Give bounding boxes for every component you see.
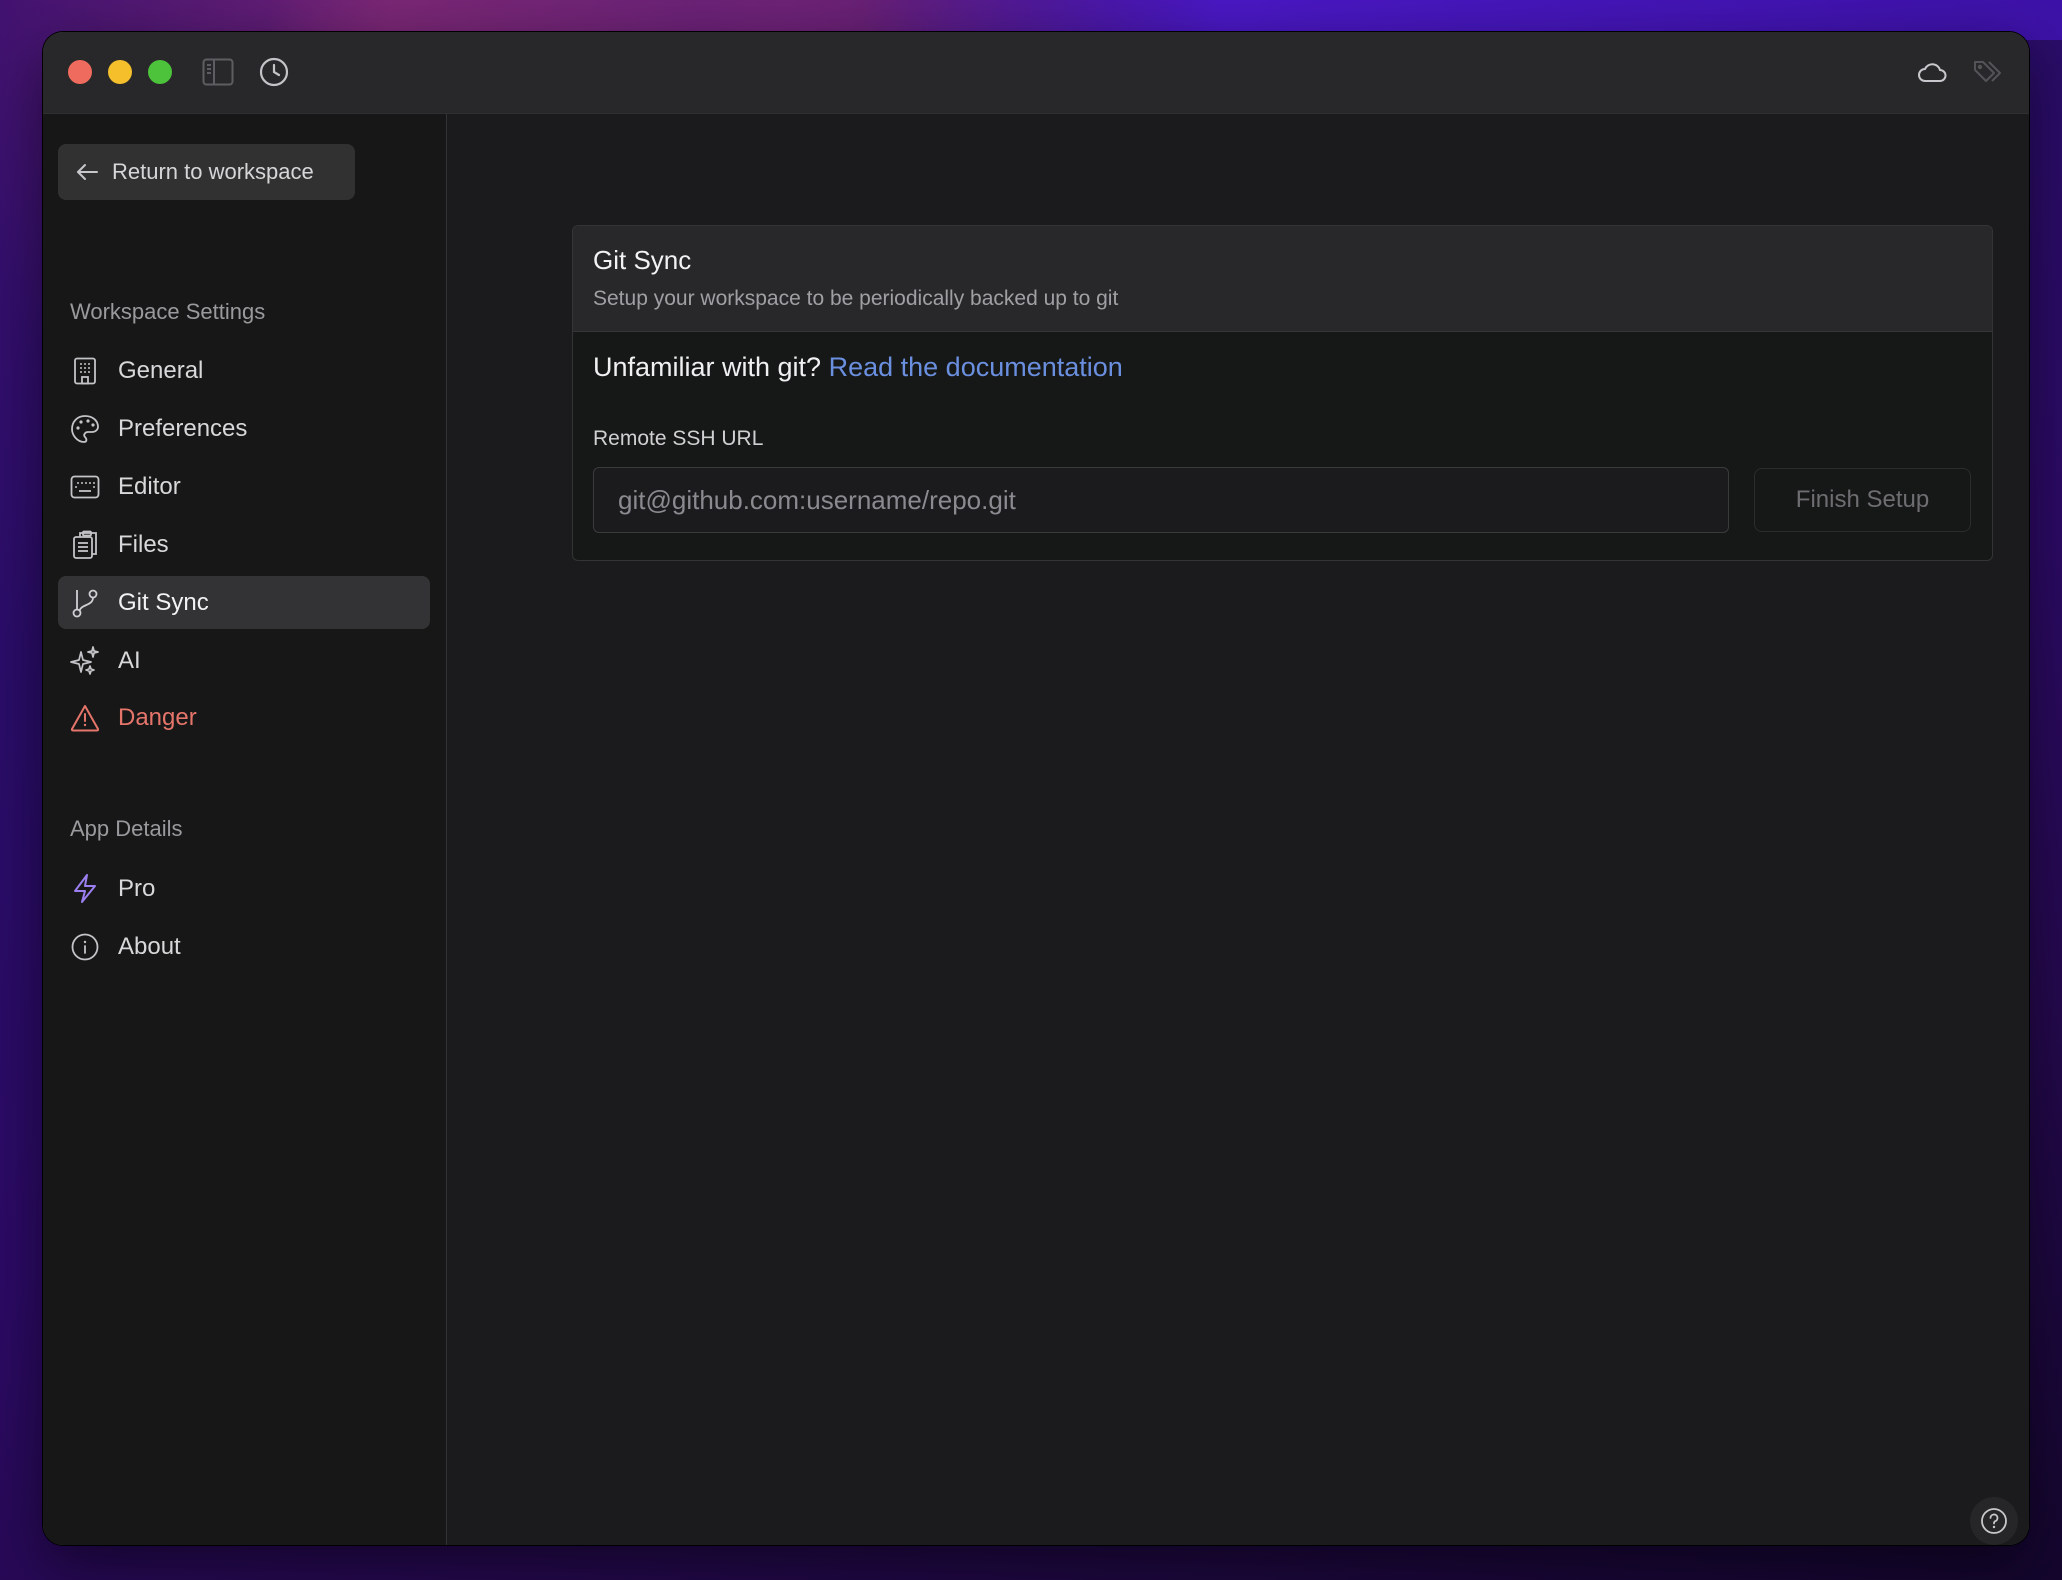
remote-ssh-url-label: Remote SSH URL [593, 427, 764, 450]
help-icon [1981, 1508, 2007, 1534]
card-subtitle: Setup your workspace to be periodically … [593, 287, 1119, 310]
sidebar-item-pro[interactable]: Pro [58, 862, 430, 915]
title-bar [43, 32, 2029, 114]
bolt-icon [70, 873, 100, 904]
sidebar-item-editor[interactable]: Editor [58, 460, 430, 513]
section-label-workspace-settings: Workspace Settings [70, 299, 266, 324]
finish-setup-button[interactable]: Finish Setup [1754, 468, 1971, 532]
palette-icon [70, 414, 100, 444]
return-to-workspace-button[interactable]: Return to workspace [58, 144, 355, 200]
sidebar-item-label: Files [118, 530, 169, 558]
arrow-left-icon [76, 163, 98, 181]
tags-icon[interactable] [1973, 56, 2005, 88]
sidebar-item-label: Git Sync [118, 588, 209, 616]
clipboard-icon [70, 530, 100, 560]
sidebar-item-general[interactable]: General [58, 344, 430, 397]
sidebar-item-label: About [118, 932, 181, 960]
documentation-link[interactable]: Read the documentation [829, 352, 1123, 382]
main-content: Git Sync Setup your workspace to be peri… [447, 114, 2029, 1545]
card-title: Git Sync [593, 245, 692, 275]
sidebar-item-about[interactable]: About [58, 920, 430, 973]
help-button[interactable] [1970, 1497, 2018, 1545]
sidebar-item-label: Editor [118, 472, 181, 500]
sidebar-item-git-sync[interactable]: Git Sync [58, 576, 430, 629]
sidebar-item-label: General [118, 356, 204, 384]
sidebar-item-label: Danger [118, 703, 197, 731]
sidebar-item-label: AI [118, 646, 141, 674]
sparkles-icon [70, 645, 100, 676]
building-icon [70, 356, 100, 386]
sidebar-item-label: Pro [118, 874, 156, 902]
sidebar-item-ai[interactable]: AI [58, 634, 430, 687]
card-header: Git Sync Setup your workspace to be peri… [573, 226, 1992, 332]
return-to-workspace-label: Return to workspace [112, 159, 314, 184]
sidebar-item-danger[interactable]: Danger [58, 691, 430, 744]
warning-icon [70, 703, 100, 733]
info-icon [70, 932, 100, 962]
cloud-icon[interactable] [1916, 56, 1948, 88]
intro-question: Unfamiliar with git? [593, 352, 822, 382]
minimize-window-button[interactable] [108, 60, 132, 84]
sidebar-toggle-icon[interactable] [202, 56, 234, 88]
sidebar-item-preferences[interactable]: Preferences [58, 402, 430, 455]
settings-sidebar: Return to workspace Workspace Settings G… [43, 114, 447, 1545]
maximize-window-button[interactable] [148, 60, 172, 84]
section-label-app-details: App Details [70, 816, 183, 841]
sidebar-item-label: Preferences [118, 414, 248, 442]
app-window: Return to workspace Workspace Settings G… [43, 32, 2029, 1545]
history-icon[interactable] [258, 56, 290, 88]
sidebar-item-files[interactable]: Files [58, 518, 430, 571]
keyboard-icon [70, 472, 100, 502]
close-window-button[interactable] [68, 60, 92, 84]
intro-text: Unfamiliar with git? Read the documentat… [593, 352, 1123, 383]
git-sync-card: Git Sync Setup your workspace to be peri… [572, 225, 1993, 561]
git-branch-icon [70, 588, 100, 618]
remote-ssh-url-input[interactable] [593, 467, 1729, 533]
